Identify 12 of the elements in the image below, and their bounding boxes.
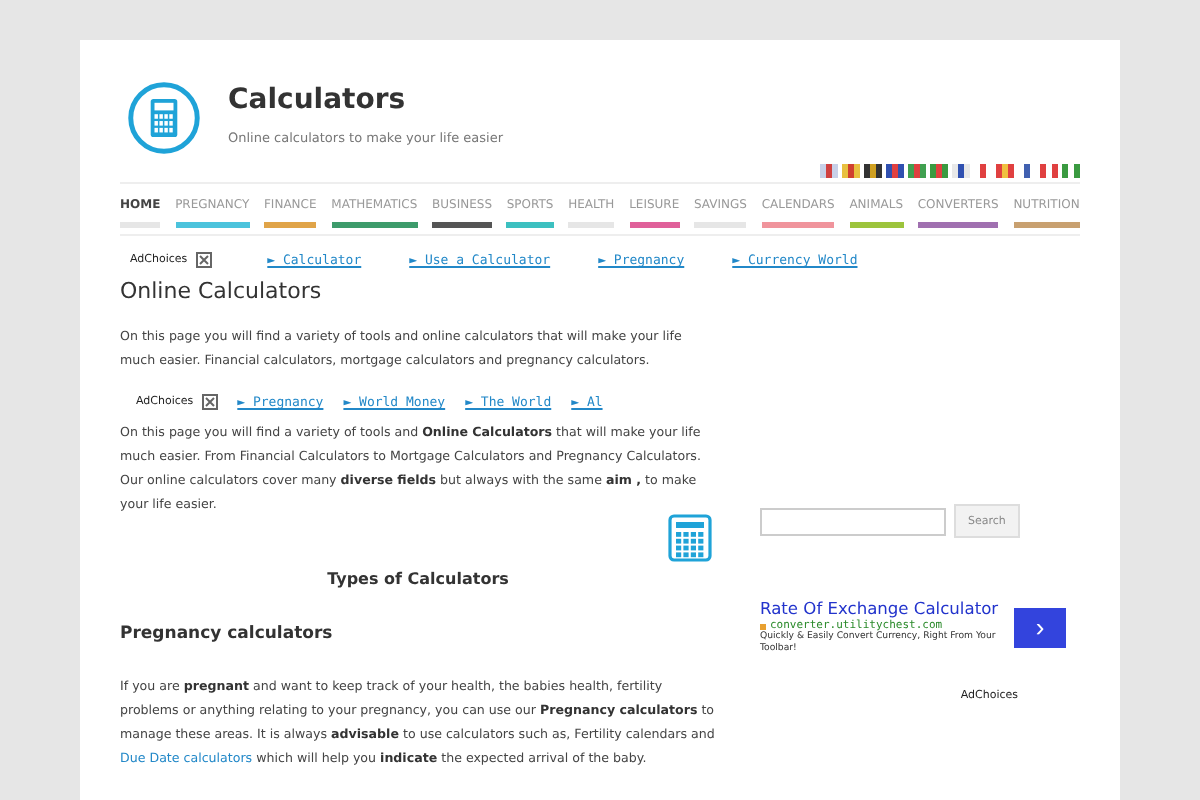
calculator-logo-icon xyxy=(126,80,202,156)
section-subheading: Pregnancy calculators xyxy=(120,624,335,644)
calculator-icon xyxy=(668,514,712,562)
section-title: Types of Calculators xyxy=(325,570,511,588)
ad-info-icon[interactable] xyxy=(195,252,212,268)
ad-arrow-button[interactable]: › xyxy=(1014,607,1066,647)
ad-title-link[interactable]: Rate Of Exchange Calculator xyxy=(760,598,1006,620)
ad-info-icon[interactable] xyxy=(201,394,218,410)
page-heading: Online Calculators xyxy=(120,278,324,304)
search-field[interactable] xyxy=(760,507,946,535)
bullet-icon xyxy=(760,623,766,629)
site-title[interactable]: Calculators xyxy=(228,83,504,115)
